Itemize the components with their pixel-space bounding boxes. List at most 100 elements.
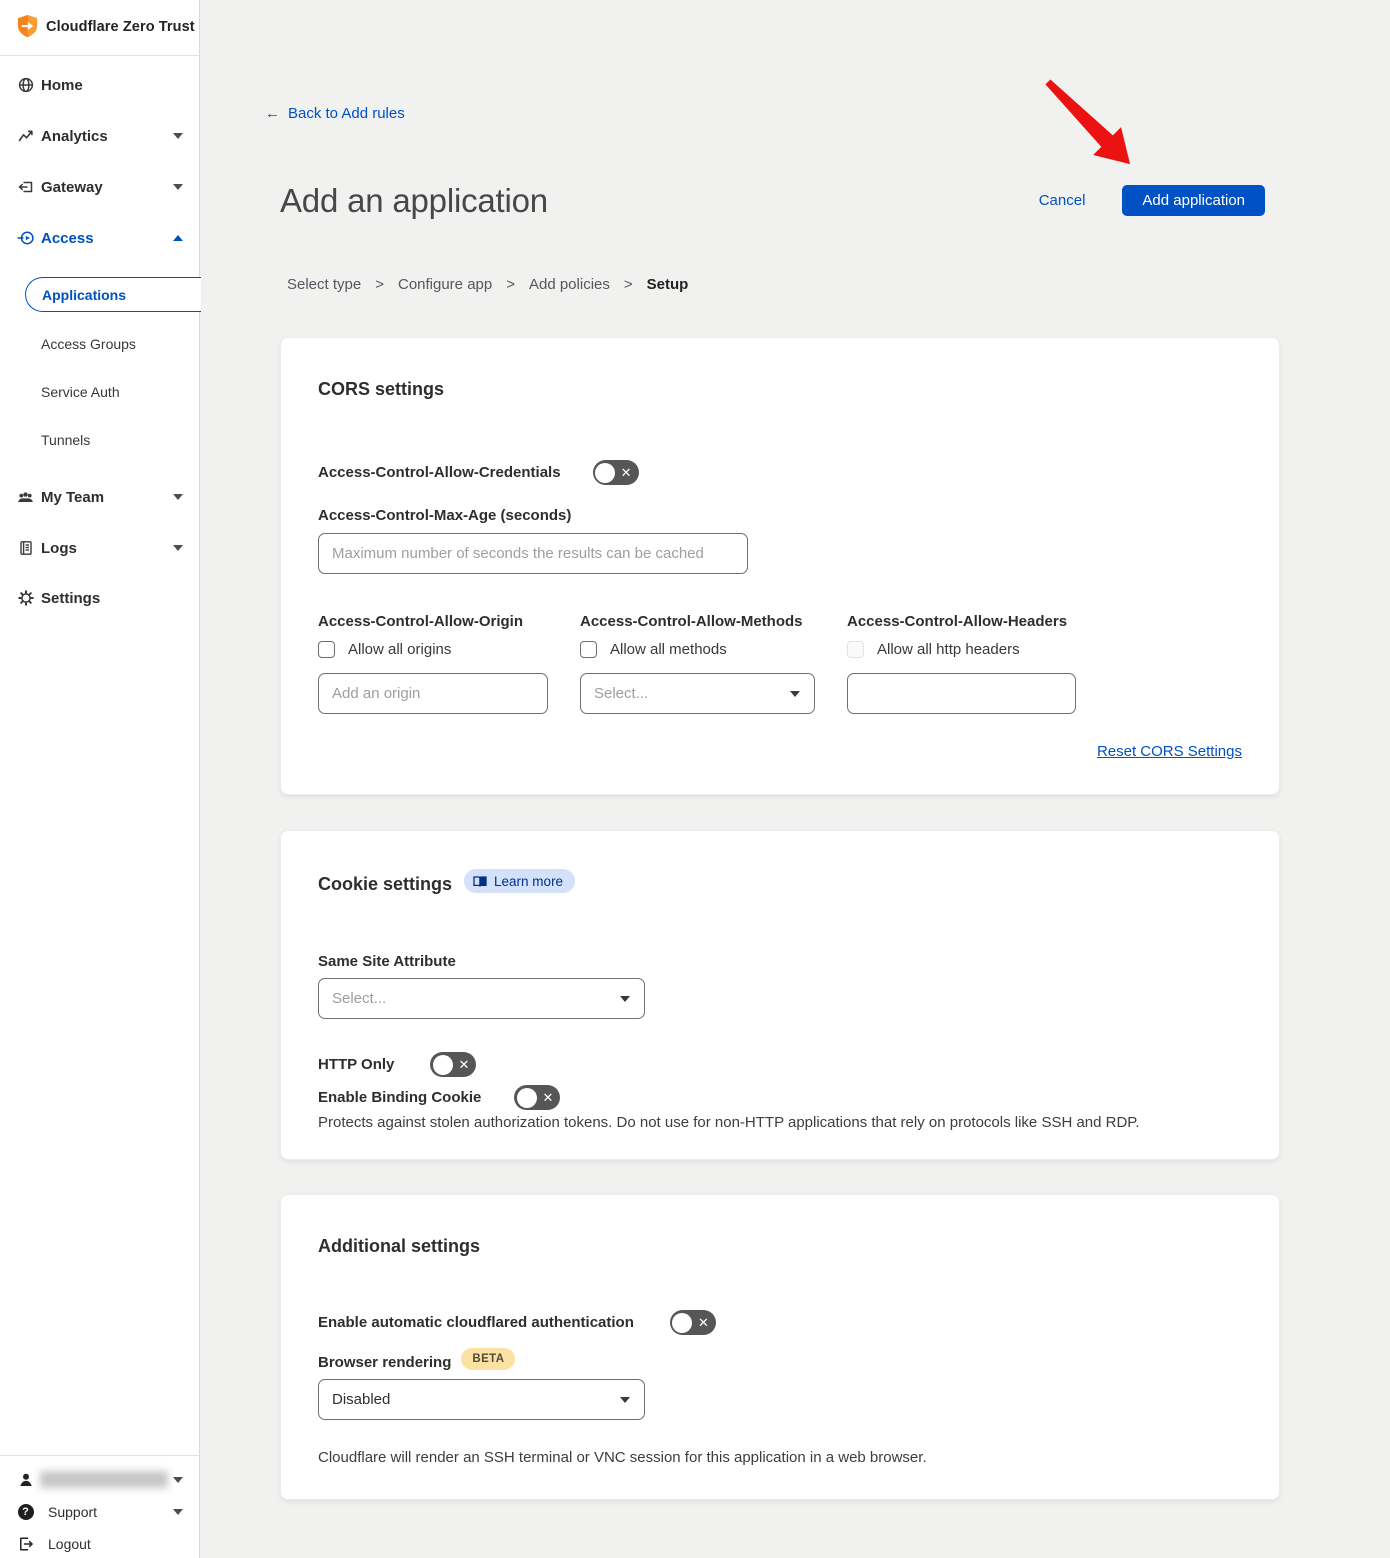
binding-cookie-description: Protects against stolen authorization to… bbox=[318, 1114, 1140, 1131]
max-age-input[interactable] bbox=[318, 533, 748, 574]
chevron-down-icon bbox=[620, 1396, 630, 1403]
sidebar-footer-divider bbox=[0, 1455, 199, 1456]
user-menu[interactable] bbox=[0, 1468, 200, 1492]
sidebar-item-label: Analytics bbox=[41, 127, 108, 145]
support-menu[interactable]: ? Support bbox=[0, 1501, 200, 1523]
chevron-down-icon bbox=[173, 1477, 183, 1483]
sidebar-item-gateway[interactable]: Gateway bbox=[0, 175, 200, 199]
cancel-button[interactable]: Cancel bbox=[1039, 192, 1086, 209]
brand-title: Cloudflare Zero Trust bbox=[46, 18, 195, 35]
same-site-select[interactable]: Select... bbox=[318, 978, 645, 1019]
beta-badge: BETA bbox=[461, 1348, 516, 1370]
http-only-toggle[interactable]: ✕ bbox=[430, 1052, 477, 1077]
logout-label: Logout bbox=[48, 1536, 91, 1552]
sidebar-item-logs[interactable]: Logs bbox=[0, 536, 200, 560]
user-icon bbox=[17, 1472, 34, 1489]
logout-button[interactable]: Logout bbox=[0, 1533, 200, 1555]
sidebar-item-access[interactable]: Access bbox=[0, 226, 200, 250]
user-name-redacted bbox=[40, 1471, 168, 1488]
additional-settings-card: Additional settings Enable automatic clo… bbox=[280, 1194, 1280, 1500]
allow-all-headers-checkbox[interactable] bbox=[847, 641, 864, 658]
breadcrumb: Select type > Configure app > Add polici… bbox=[287, 276, 688, 293]
reset-cors-link[interactable]: Reset CORS Settings bbox=[1097, 743, 1242, 760]
sidebar-item-applications[interactable]: Applications bbox=[25, 277, 201, 312]
gear-icon bbox=[17, 590, 34, 607]
breadcrumb-configure-app[interactable]: Configure app bbox=[398, 276, 492, 293]
breadcrumb-add-policies[interactable]: Add policies bbox=[529, 276, 610, 293]
same-site-placeholder: Select... bbox=[332, 990, 387, 1007]
http-only-label: HTTP Only bbox=[318, 1056, 395, 1073]
sidebar-item-label: Service Auth bbox=[41, 384, 120, 400]
browser-rendering-select[interactable]: Disabled bbox=[318, 1379, 645, 1420]
additional-settings-title: Additional settings bbox=[318, 1236, 480, 1256]
breadcrumb-separator: > bbox=[375, 276, 384, 293]
team-icon bbox=[17, 489, 34, 506]
sidebar-item-home[interactable]: Home bbox=[0, 73, 200, 97]
sidebar-divider bbox=[0, 55, 199, 56]
chevron-down-icon bbox=[173, 133, 183, 139]
allow-credentials-toggle[interactable]: ✕ bbox=[592, 460, 639, 485]
access-icon bbox=[17, 230, 34, 247]
cors-settings-title: CORS settings bbox=[318, 379, 445, 399]
breadcrumb-setup: Setup bbox=[646, 276, 689, 293]
sidebar-item-analytics[interactable]: Analytics bbox=[0, 124, 200, 148]
chevron-down-icon bbox=[790, 690, 800, 697]
back-link-label: Back to Add rules bbox=[288, 105, 405, 122]
toggle-x-icon: ✕ bbox=[620, 464, 632, 480]
allow-methods-column: Access-Control-Allow-Methods Allow all m… bbox=[580, 613, 815, 714]
binding-cookie-label: Enable Binding Cookie bbox=[318, 1089, 482, 1106]
toggle-x-icon: ✕ bbox=[458, 1056, 470, 1072]
cloudflare-shield-logo-icon bbox=[17, 15, 38, 38]
main-content: ← Back to Add rules Add an application C… bbox=[200, 0, 1390, 1558]
brand[interactable]: Cloudflare Zero Trust bbox=[16, 14, 195, 39]
chevron-up-icon bbox=[173, 235, 183, 241]
toggle-knob bbox=[672, 1312, 693, 1333]
learn-more-label: Learn more bbox=[494, 873, 564, 889]
allow-all-origins-checkbox[interactable] bbox=[318, 641, 335, 658]
headers-input[interactable] bbox=[847, 673, 1076, 714]
allow-headers-column: Access-Control-Allow-Headers Allow all h… bbox=[847, 613, 1076, 714]
browser-rendering-description: Cloudflare will render an SSH terminal o… bbox=[318, 1449, 927, 1466]
cloudflared-auth-label: Enable automatic cloudflared authenticat… bbox=[318, 1314, 634, 1331]
add-application-button[interactable]: Add application bbox=[1122, 185, 1265, 216]
gateway-icon bbox=[17, 179, 34, 196]
sidebar-item-service-auth[interactable]: Service Auth bbox=[0, 381, 200, 403]
sidebar-item-settings[interactable]: Settings bbox=[0, 586, 200, 610]
page-title: Add an application bbox=[280, 182, 548, 219]
chevron-down-icon bbox=[173, 494, 183, 500]
binding-cookie-toggle[interactable]: ✕ bbox=[514, 1085, 561, 1110]
support-label: Support bbox=[48, 1504, 98, 1520]
allow-all-origins-label: Allow all origins bbox=[348, 641, 452, 658]
globe-icon bbox=[17, 77, 34, 94]
sidebar-item-tunnels[interactable]: Tunnels bbox=[0, 429, 200, 451]
browser-rendering-label: Browser rendering bbox=[318, 1353, 452, 1371]
toggle-x-icon: ✕ bbox=[697, 1314, 709, 1330]
book-icon bbox=[473, 875, 487, 887]
add-origin-input[interactable] bbox=[318, 673, 548, 714]
learn-more-badge[interactable]: Learn more bbox=[464, 869, 576, 893]
breadcrumb-separator: > bbox=[506, 276, 515, 293]
sidebar-item-label: Logs bbox=[41, 539, 77, 557]
back-to-add-rules-link[interactable]: ← Back to Add rules bbox=[265, 105, 405, 122]
same-site-label: Same Site Attribute bbox=[318, 953, 456, 970]
cloudflared-auth-toggle[interactable]: ✕ bbox=[669, 1310, 716, 1335]
sidebar-item-label: My Team bbox=[41, 488, 105, 506]
allow-all-methods-checkbox[interactable] bbox=[580, 641, 597, 658]
allow-all-methods-label: Allow all methods bbox=[610, 641, 727, 658]
allow-methods-label: Access-Control-Allow-Methods bbox=[580, 613, 803, 630]
header-actions: Cancel Add application bbox=[1039, 185, 1265, 216]
annotation-arrow-icon bbox=[1045, 79, 1131, 165]
toggle-x-icon: ✕ bbox=[542, 1089, 554, 1105]
allow-origin-column: Access-Control-Allow-Origin Allow all or… bbox=[318, 613, 548, 714]
methods-select[interactable]: Select... bbox=[580, 673, 815, 714]
allow-all-headers-label: Allow all http headers bbox=[877, 641, 1020, 658]
allow-origin-label: Access-Control-Allow-Origin bbox=[318, 613, 524, 630]
breadcrumb-select-type[interactable]: Select type bbox=[287, 276, 361, 293]
sidebar-item-access-groups[interactable]: Access Groups bbox=[0, 333, 200, 355]
chevron-down-icon bbox=[173, 545, 183, 551]
sidebar-item-label: Home bbox=[41, 76, 83, 94]
toggle-knob bbox=[595, 462, 616, 483]
allow-credentials-label: Access-Control-Allow-Credentials bbox=[318, 464, 561, 481]
analytics-icon bbox=[17, 128, 34, 145]
sidebar-item-my-team[interactable]: My Team bbox=[0, 485, 200, 509]
